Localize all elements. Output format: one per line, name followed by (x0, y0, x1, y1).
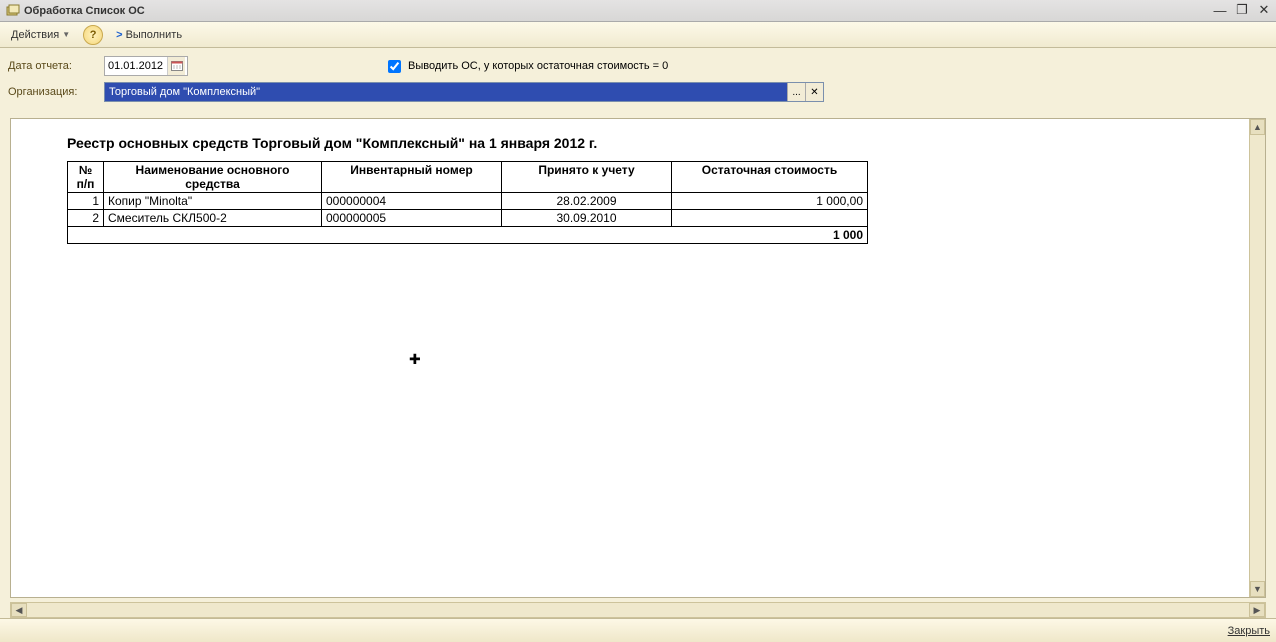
scroll-down-button[interactable]: ▼ (1250, 581, 1265, 597)
window-titlebar: Обработка Список ОС — ❐ ✕ (0, 0, 1276, 22)
footer-bar: Закрыть (0, 618, 1276, 642)
cell-inv: 000000005 (322, 210, 502, 227)
cell-cost (672, 210, 868, 227)
cell-name: Смеситель СКЛ500-2 (104, 210, 322, 227)
organization-select-button[interactable]: ... (787, 83, 805, 101)
app-icon (6, 4, 20, 18)
table-row[interactable]: 1 Копир "Minolta" 000000004 28.02.2009 1… (68, 193, 868, 210)
org-label: Организация: (8, 86, 98, 98)
report-title: Реестр основных средств Торговый дом "Ко… (67, 135, 1209, 151)
toolbar: Действия ▼ ? > Выполнить (0, 22, 1276, 48)
table-row[interactable]: 2 Смеситель СКЛ500-2 000000005 30.09.201… (68, 210, 868, 227)
close-window-button[interactable]: ✕ (1256, 2, 1272, 18)
calendar-button[interactable] (167, 57, 185, 75)
scroll-right-button[interactable]: ▶ (1249, 603, 1265, 617)
window-title: Обработка Список ОС (24, 5, 145, 17)
filters-panel: Дата отчета: Выводить ОС, у которых оста… (0, 48, 1276, 116)
scroll-left-button[interactable]: ◀ (11, 603, 27, 617)
cell-num: 1 (68, 193, 104, 210)
scroll-track[interactable] (1250, 135, 1265, 581)
date-label: Дата отчета: (8, 60, 98, 72)
execute-label: Выполнить (126, 29, 182, 41)
execute-button[interactable]: > Выполнить (109, 25, 189, 45)
close-button[interactable]: Закрыть (1228, 625, 1270, 637)
col-header-inv: Инвентарный номер (322, 162, 502, 193)
hscroll-track[interactable] (27, 603, 1249, 617)
report-document: Реестр основных средств Торговый дом "Ко… (11, 119, 1265, 260)
actions-label: Действия (11, 29, 59, 41)
minimize-button[interactable]: — (1212, 2, 1228, 18)
cell-date: 28.02.2009 (502, 193, 672, 210)
maximize-button[interactable]: ❐ (1234, 2, 1250, 18)
cell-num: 2 (68, 210, 104, 227)
col-header-num: № п/п (68, 162, 104, 193)
report-date-input[interactable] (104, 56, 188, 76)
col-header-date: Принято к учету (502, 162, 672, 193)
cell-cost: 1 000,00 (672, 193, 868, 210)
chevron-down-icon: ▼ (62, 30, 70, 39)
col-header-name: Наименование основного средства (104, 162, 322, 193)
output-zero-checkbox-wrap[interactable]: Выводить ОС, у которых остаточная стоимо… (384, 57, 668, 76)
play-icon: > (116, 29, 122, 41)
cell-name: Копир "Minolta" (104, 193, 322, 210)
help-button[interactable]: ? (83, 25, 103, 45)
cell-date: 30.09.2010 (502, 210, 672, 227)
organization-clear-button[interactable]: ✕ (805, 83, 823, 101)
horizontal-scrollbar[interactable]: ◀ ▶ (10, 602, 1266, 618)
organization-input[interactable]: Торговый дом "Комплексный" ... ✕ (104, 82, 824, 102)
organization-value[interactable]: Торговый дом "Комплексный" (105, 83, 787, 101)
cursor-cross-icon: ✚ (409, 351, 421, 368)
actions-menu-button[interactable]: Действия ▼ (4, 25, 77, 45)
output-zero-checkbox[interactable] (388, 60, 401, 73)
total-row: 1 000 (68, 227, 868, 244)
scroll-up-button[interactable]: ▲ (1250, 119, 1265, 135)
cell-inv: 000000004 (322, 193, 502, 210)
report-table: № п/п Наименование основного средства Ин… (67, 161, 868, 244)
report-date-field[interactable] (105, 57, 167, 75)
report-area: Реестр основных средств Торговый дом "Ко… (10, 118, 1266, 598)
output-zero-label: Выводить ОС, у которых остаточная стоимо… (408, 60, 668, 72)
vertical-scrollbar[interactable]: ▲ ▼ (1249, 119, 1265, 597)
col-header-cost: Остаточная стоимость (672, 162, 868, 193)
total-value: 1 000 (68, 227, 868, 244)
